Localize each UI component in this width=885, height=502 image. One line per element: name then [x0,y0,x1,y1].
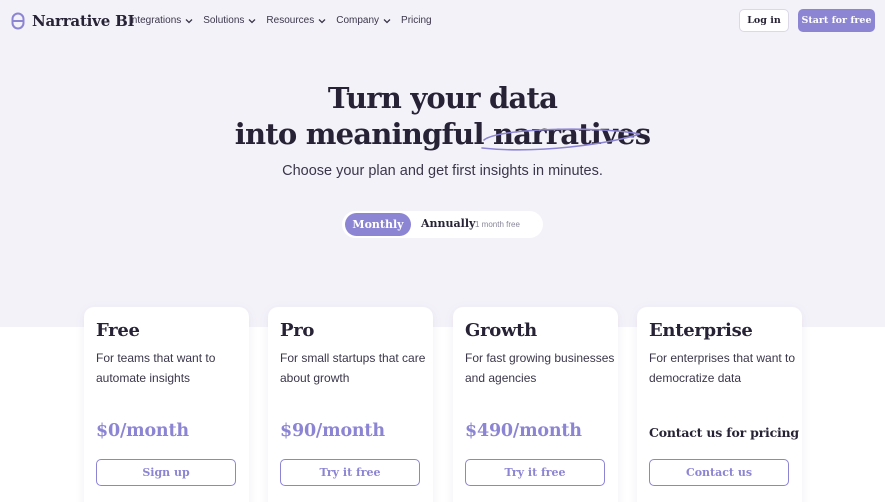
nav-integrations-label: Integrations [129,15,182,26]
hero-headline-line1: Turn your data [327,81,558,115]
plan-name: Free [96,320,140,341]
plan-name: Growth [465,320,537,341]
nav-company[interactable]: Company [336,15,391,26]
plan-card-growth: Growth For fast growing businesses and a… [453,307,618,502]
plan-name: Enterprise [649,320,753,341]
plan-card-enterprise: Enterprise For enterprises that want to … [637,307,802,502]
nav-pricing-label: Pricing [401,15,432,26]
nav-solutions[interactable]: Solutions [203,15,256,26]
chevron-down-icon [318,18,326,23]
plan-price: $0/month [96,421,189,441]
nav-links: Integrations Solutions Resources Company… [129,15,432,26]
hero-headline-line2: into meaningful narratives [0,117,885,151]
try-it-free-button[interactable]: Try it free [465,459,605,486]
plan-card-pro: Pro For small startups that care about g… [268,307,433,502]
nav-resources[interactable]: Resources [266,15,326,26]
toggle-monthly[interactable]: Monthly [345,213,411,236]
login-button[interactable]: Log in [739,9,789,32]
nav-pricing[interactable]: Pricing [401,15,432,26]
plan-price: $90/month [280,421,385,441]
sign-up-button[interactable]: Sign up [96,459,236,486]
brand-logo[interactable]: Narrative BI [11,12,135,30]
chevron-down-icon [185,18,193,23]
plan-description: For teams that want to automate insights [96,351,216,385]
nav-company-label: Company [336,15,380,26]
start-for-free-button[interactable]: Start for free [798,9,875,32]
plan-card-free: Free For teams that want to automate ins… [84,307,249,502]
plan-price: $490/month [465,421,582,441]
top-navigation: Narrative BI Integrations Solutions Reso… [0,0,885,42]
chevron-down-icon [248,18,256,23]
annual-discount-badge: 1 month free [475,220,520,229]
try-it-free-button[interactable]: Try it free [280,459,420,486]
nav-integrations[interactable]: Integrations [129,15,193,26]
contact-pricing-text: Contact us for pricing [649,425,799,440]
scribble-underline-icon [481,128,641,151]
hero-headline-prefix: into meaningful [234,117,485,151]
toggle-annually[interactable]: Annually [421,217,475,230]
plan-description: For enterprises that want to democratize… [649,351,796,385]
billing-toggle: Monthly Annually 1 month free [342,211,543,238]
plan-name: Pro [280,320,315,341]
plan-description: For small startups that care about growt… [280,351,426,385]
nav-solutions-label: Solutions [203,15,245,26]
plan-description: For fast growing businesses and agencies [465,351,615,385]
chevron-down-icon [383,18,391,23]
nav-resources-label: Resources [266,15,315,26]
brand-name: Narrative BI [32,12,135,30]
narrative-logo-icon [11,12,25,30]
contact-us-button[interactable]: Contact us [649,459,789,486]
hero-subtitle: Choose your plan and get first insights … [282,163,603,179]
